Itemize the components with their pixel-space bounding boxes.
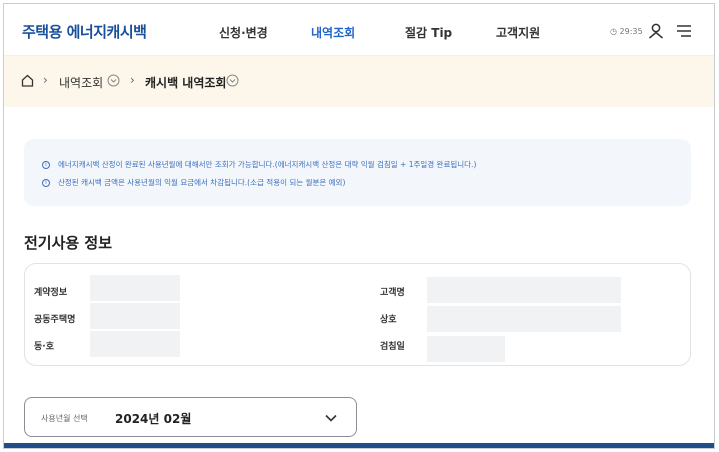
chevron-down-icon	[325, 414, 337, 422]
breadcrumb-cashback-history[interactable]: 캐시백 내역조회	[145, 74, 226, 91]
customer-name-label: 고객명	[380, 288, 405, 298]
nav-apply-change[interactable]: 신청·변경	[219, 24, 268, 41]
clock-icon: ◷	[610, 27, 617, 36]
home-icon[interactable]	[21, 74, 34, 87]
breadcrumb-history[interactable]: 내역조회	[59, 74, 103, 91]
notice-line: i 산정된 캐시백 금액은 사용년월의 익월 요금에서 차감됩니다.(소급 적용이…	[42, 177, 345, 188]
select-value: 2024년 02월	[115, 412, 192, 426]
chevron-down-icon[interactable]	[226, 74, 239, 87]
usage-month-select[interactable]: 사용년월 선택 2024년 02월	[24, 397, 357, 437]
unit-value	[90, 331, 180, 357]
breadcrumb: › 내역조회 › 캐시백 내역조회	[4, 56, 714, 107]
apartment-label: 공동주택명	[34, 315, 76, 325]
chevron-down-icon[interactable]	[107, 74, 120, 87]
contract-label: 계약정보	[34, 288, 68, 298]
info-icon: i	[42, 161, 50, 169]
nav-support[interactable]: 고객지원	[496, 24, 540, 41]
header: 주택용 에너지캐시백 신청·변경 내역조회 절감 Tip 고객지원 ◷ 29:3…	[4, 4, 714, 56]
info-icon: i	[42, 179, 50, 187]
session-timer: ◷ 29:35	[610, 27, 643, 36]
contract-value	[90, 275, 180, 301]
apartment-value	[90, 303, 180, 329]
usage-info-card: 계약정보 공동주택명 동·호 고객명 상호 검침일	[24, 263, 691, 366]
nav-history[interactable]: 내역조회	[311, 24, 355, 41]
business-name-value	[427, 306, 621, 332]
select-label: 사용년월 선택	[41, 414, 88, 423]
unit-label: 동·호	[34, 342, 54, 352]
business-name-label: 상호	[380, 315, 397, 325]
page-frame: 주택용 에너지캐시백 신청·변경 내역조회 절감 Tip 고객지원 ◷ 29:3…	[3, 3, 715, 449]
notice-box: i 에너지캐시백 산정이 완료된 사용년월에 대해서만 조회가 가능합니다.(에너…	[24, 139, 691, 206]
logo[interactable]: 주택용 에너지캐시백	[22, 21, 147, 42]
customer-name-value	[427, 277, 621, 303]
timer-value: 29:35	[619, 27, 643, 36]
user-icon[interactable]	[647, 22, 665, 40]
menu-icon[interactable]	[675, 22, 693, 40]
section-title: 전기사용 정보	[24, 234, 113, 252]
meter-reading-label: 검침일	[380, 342, 405, 352]
notice-line: i 에너지캐시백 산정이 완료된 사용년월에 대해서만 조회가 가능합니다.(에너…	[42, 159, 476, 170]
breadcrumb-separator-icon: ›	[130, 73, 135, 87]
nav-saving-tip[interactable]: 절감 Tip	[405, 24, 452, 41]
breadcrumb-separator-icon: ›	[43, 73, 48, 87]
bottom-bar	[4, 443, 714, 448]
meter-reading-value	[427, 336, 505, 362]
